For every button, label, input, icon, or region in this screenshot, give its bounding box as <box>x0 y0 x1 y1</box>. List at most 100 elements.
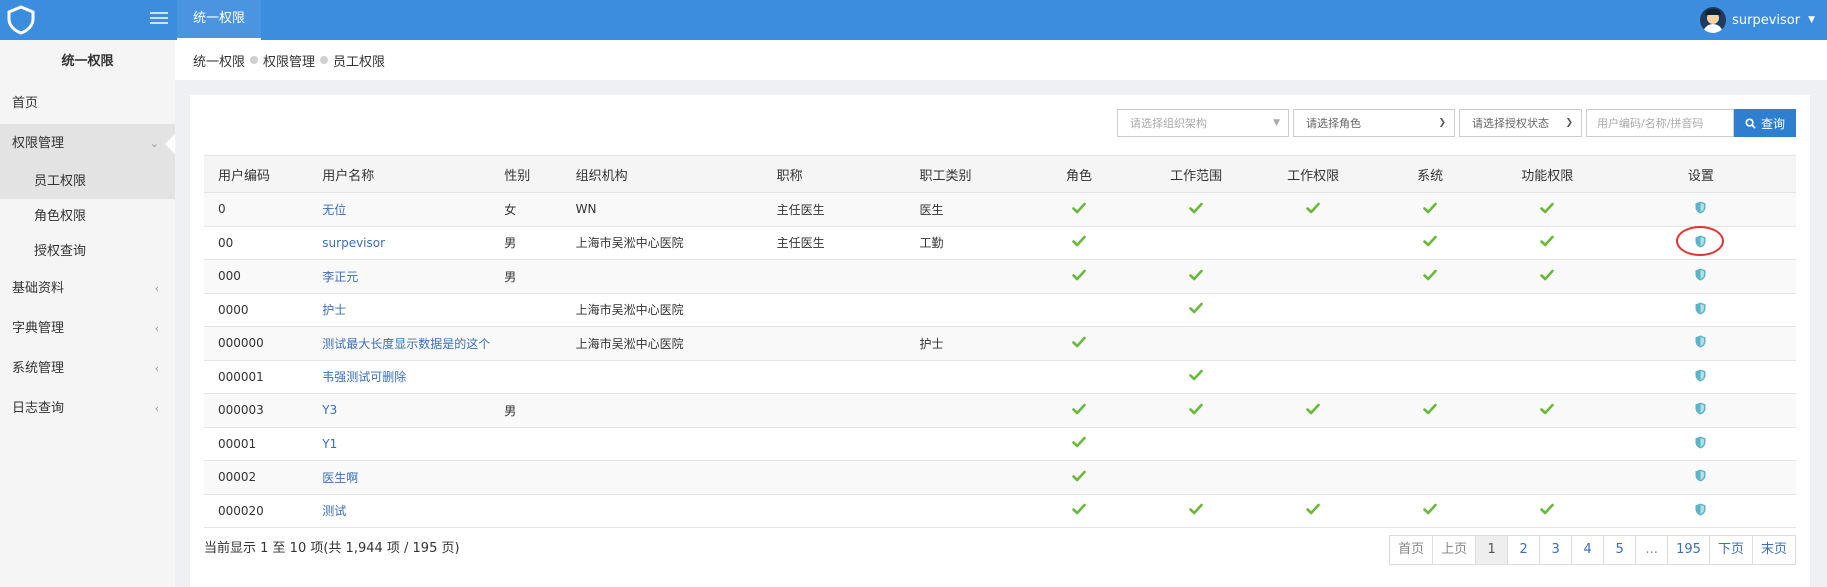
breadcrumb-item[interactable]: 统一权限 <box>193 51 245 70</box>
shield-icon[interactable] <box>1695 402 1706 415</box>
org-select[interactable]: 请选择组织架构 ▼ <box>1117 109 1289 137</box>
cell-title <box>762 460 906 495</box>
page-next-button[interactable]: 下页 <box>1708 536 1752 564</box>
page-prev-button[interactable]: 上页 <box>1432 536 1476 564</box>
cell-settings <box>1605 293 1796 327</box>
cell-organization <box>561 393 763 428</box>
column-header: 用户编码 <box>204 155 309 193</box>
check-icon <box>1540 202 1555 214</box>
check-icon <box>1189 369 1203 381</box>
check-icon <box>1072 403 1086 415</box>
sidebar-item-log-query[interactable]: 日志查询 ‹ <box>0 389 175 429</box>
chevron-down-icon: ⌄ <box>149 137 159 150</box>
cell-scope <box>1137 393 1255 428</box>
user-name-link[interactable]: 李正元 <box>322 270 358 284</box>
column-header: 组织机构 <box>561 155 763 193</box>
user-name-link[interactable]: 无位 <box>322 203 346 217</box>
cell-scope <box>1137 460 1255 495</box>
page-button[interactable]: 3 <box>1539 536 1572 564</box>
cell-organization: 上海市吴淞中心医院 <box>561 326 763 361</box>
cell-user-name: Y1 <box>308 427 491 461</box>
user-menu[interactable]: surpevisor ▼ <box>1700 0 1815 40</box>
cell-system <box>1371 259 1489 294</box>
cell-role <box>1020 427 1138 461</box>
filter-bar: 请选择组织架构 ▼ 请选择角色 ❯ 请选择授权状态 ❯ 用户编码/名称/拼音码 … <box>1117 109 1796 137</box>
tab-unified-permission[interactable]: 统一权限 <box>177 0 262 40</box>
user-name-link[interactable]: surpevisor <box>322 236 385 250</box>
user-name-link[interactable]: Y3 <box>322 403 337 417</box>
cell-role <box>1020 293 1138 327</box>
check-icon <box>1423 269 1437 281</box>
sidebar-subitem-auth-query[interactable]: 授权查询 <box>0 234 175 269</box>
cell-organization: WN <box>561 192 763 227</box>
user-name-link[interactable]: 测试最大长度显示数据是的这个 <box>322 337 490 351</box>
shield-icon[interactable] <box>1695 369 1706 382</box>
menu-toggle-icon[interactable] <box>150 10 168 28</box>
sidebar-item-dictionary[interactable]: 字典管理 ‹ <box>0 309 175 349</box>
cell-title <box>762 326 906 361</box>
cell-work <box>1254 259 1372 294</box>
cell-func <box>1488 393 1606 428</box>
cell-title <box>762 494 906 528</box>
cell-gender <box>490 427 562 461</box>
page-button[interactable]: 4 <box>1571 536 1604 564</box>
check-icon <box>1189 269 1203 281</box>
cell-system <box>1371 393 1489 428</box>
sidebar-subitem-role-permission[interactable]: 角色权限 <box>0 199 175 234</box>
sidebar-item-basic-data[interactable]: 基础资料 ‹ <box>0 269 175 309</box>
breadcrumb-item[interactable]: 权限管理 <box>263 51 315 70</box>
page-button[interactable]: 2 <box>1507 536 1540 564</box>
cell-role <box>1020 393 1138 428</box>
shield-icon[interactable] <box>1676 225 1725 256</box>
check-icon <box>1423 403 1437 415</box>
cell-title <box>762 259 906 294</box>
shield-icon[interactable] <box>1695 503 1706 516</box>
pagination: 首页 上页 1 2 3 4 5 ... 195 下页 末页 <box>1389 535 1796 565</box>
user-name-link[interactable]: 测试 <box>322 504 346 518</box>
search-input[interactable]: 用户编码/名称/拼音码 <box>1586 109 1734 137</box>
check-icon <box>1072 202 1086 214</box>
cell-user-name: 李正元 <box>308 259 491 294</box>
shield-icon[interactable] <box>1695 469 1706 482</box>
cell-title <box>762 360 906 394</box>
cell-settings <box>1605 225 1796 260</box>
shield-icon[interactable] <box>1695 436 1706 449</box>
cell-user-code: 0000 <box>204 293 309 327</box>
user-name: surpevisor <box>1732 12 1801 28</box>
shield-icon[interactable] <box>1695 268 1706 281</box>
sidebar-item-system[interactable]: 系统管理 ‹ <box>0 349 175 389</box>
user-name-link[interactable]: Y1 <box>322 437 337 451</box>
page-last-number-button[interactable]: 195 <box>1667 536 1709 564</box>
shield-icon[interactable] <box>1695 335 1706 348</box>
check-icon <box>1072 269 1086 281</box>
page-first-button[interactable]: 首页 <box>1390 536 1433 564</box>
check-icon <box>1072 503 1086 515</box>
page-last-button[interactable]: 末页 <box>1751 536 1795 564</box>
shield-icon[interactable] <box>1695 302 1706 315</box>
user-name-link[interactable]: 医生啊 <box>322 471 358 485</box>
check-icon <box>1189 503 1203 515</box>
chevron-down-icon: ▼ <box>1808 15 1815 25</box>
cell-work <box>1254 360 1372 394</box>
sidebar-item-home[interactable]: 首页 <box>0 84 175 124</box>
sidebar-item-permission-management[interactable]: 权限管理 ⌄ <box>0 124 175 164</box>
auth-status-select[interactable]: 请选择授权状态 ❯ <box>1459 109 1582 137</box>
query-button[interactable]: 查询 <box>1734 109 1796 137</box>
cell-category <box>905 460 1021 495</box>
role-select[interactable]: 请选择角色 ❯ <box>1293 109 1455 137</box>
user-name-link[interactable]: 护士 <box>322 303 346 317</box>
cell-organization <box>561 460 763 495</box>
cell-title <box>762 293 906 327</box>
user-name-link[interactable]: 韦强测试可删除 <box>322 370 406 384</box>
cell-settings <box>1605 393 1796 428</box>
table-row: 000020 测试 <box>204 494 1796 528</box>
page-button[interactable]: 1 <box>1475 536 1508 564</box>
cell-system <box>1371 293 1489 327</box>
app-logo[interactable] <box>0 0 175 40</box>
sidebar-subitem-employee-permission[interactable]: 员工权限 <box>0 164 175 199</box>
cell-settings <box>1605 494 1796 528</box>
check-icon <box>1423 235 1437 247</box>
shield-icon[interactable] <box>1695 201 1706 214</box>
sidebar-item-label: 字典管理 <box>12 321 65 336</box>
page-button[interactable]: 5 <box>1603 536 1636 564</box>
